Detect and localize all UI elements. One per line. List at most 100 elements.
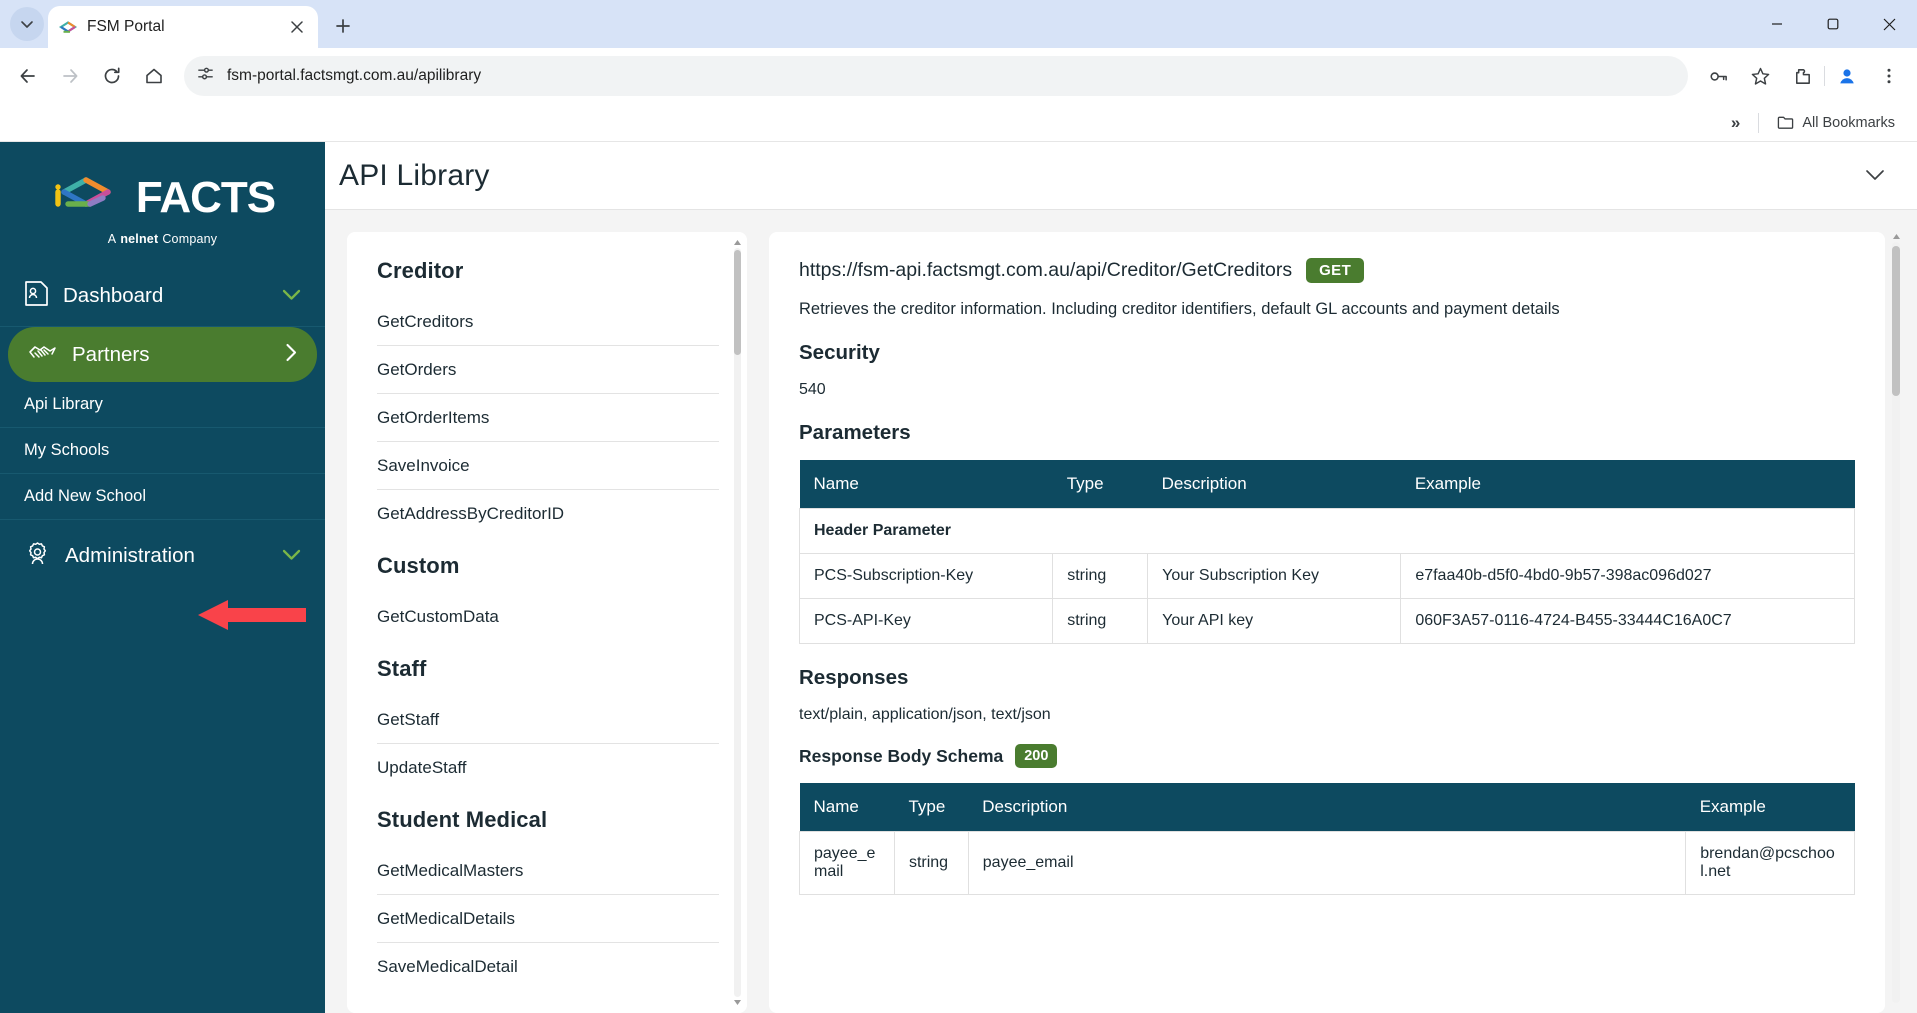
endpoint-detail-panel: https://fsm-api.factsmgt.com.au/api/Cred… (769, 232, 1885, 1013)
bookmarks-overflow-button[interactable]: » (1723, 109, 1748, 137)
scrollbar-track (734, 248, 741, 997)
sidebar-item-administration[interactable]: Administration (0, 520, 325, 592)
parameters-table-header-row: Name Type Description Example (799, 460, 1855, 509)
page-title: API Library (339, 158, 490, 192)
collapse-chevron-icon[interactable] (1857, 161, 1893, 191)
sidebar-item-api-library[interactable]: Api Library (0, 382, 325, 428)
red-arrow-annotation (198, 600, 306, 630)
response-schema-label: Response Body Schema (799, 745, 1004, 766)
forward-button[interactable] (50, 56, 90, 96)
minimize-button[interactable] (1749, 0, 1805, 48)
back-button[interactable] (8, 56, 48, 96)
endpoint-list-scrollbar[interactable] (732, 238, 743, 1007)
sidebar: FACTS A nelnet Company Dashboard Partner… (0, 142, 325, 1013)
status-code-badge: 200 (1015, 744, 1058, 768)
table-column-header: Example (1685, 783, 1855, 832)
sidebar-item-label: Partners (72, 342, 150, 366)
endpoint-list-item[interactable]: GetOrders (377, 346, 719, 394)
star-icon (1751, 67, 1769, 85)
table-group-label: Header Parameter (799, 508, 1855, 554)
profile-avatar[interactable] (1827, 56, 1867, 96)
content-body: Creditor GetCreditors GetOrders GetOrderIte… (325, 210, 1917, 1013)
home-button[interactable] (134, 56, 174, 96)
bookmarks-divider (1758, 112, 1760, 133)
reload-icon (104, 67, 120, 84)
tab-search-button[interactable] (10, 7, 44, 41)
scrollbar-thumb[interactable] (734, 250, 741, 355)
table-cell: PCS-Subscription-Key (798, 553, 1054, 599)
detail-scrollbar-thumb[interactable] (1892, 246, 1900, 396)
sidebar-item-my-schools[interactable]: My Schools (0, 428, 325, 474)
parameters-heading: Parameters (799, 421, 911, 444)
table-group-row: Header Parameter (799, 508, 1855, 554)
table-cell: PCS-API-Key (798, 598, 1054, 644)
all-bookmarks-label: All Bookmarks (1802, 114, 1895, 131)
table-column-header: Name (799, 460, 1053, 509)
table-column-header: Description (968, 783, 1686, 832)
browser-toolbar: fsm-portal.factsmgt.com.au/apilibrary (0, 48, 1917, 104)
sidebar-item-dashboard[interactable]: Dashboard (0, 266, 325, 327)
browser-tab[interactable]: FSM Portal (48, 6, 318, 48)
table-column-header: Description (1147, 460, 1401, 509)
endpoint-group-title: Creditor (377, 258, 464, 283)
detail-scroll-up-arrow-icon[interactable] (1892, 232, 1901, 241)
address-bar[interactable]: fsm-portal.factsmgt.com.au/apilibrary (184, 56, 1688, 96)
endpoint-list-item[interactable]: GetCreditors (377, 298, 719, 346)
id-card-icon (24, 280, 49, 312)
detail-scrollbar[interactable] (1889, 232, 1903, 1013)
table-cell: Your API key (1147, 598, 1402, 644)
sidebar-item-add-new-school[interactable]: Add New School (0, 474, 325, 520)
table-cell: Your Subscription Key (1147, 553, 1402, 599)
scroll-down-arrow-icon[interactable] (733, 998, 742, 1007)
chrome-menu-button[interactable] (1869, 56, 1909, 96)
api-endpoint-url: https://fsm-api.factsmgt.com.au/api/Cred… (799, 259, 1293, 281)
endpoint-list-item[interactable]: GetMedicalDetails (377, 895, 719, 943)
table-cell: string (1052, 598, 1149, 644)
bookmark-button[interactable] (1740, 56, 1780, 96)
table-cell: 060F3A57-0116-4724-B455-33444C16A0C7 (1400, 598, 1855, 644)
tab-strip: FSM Portal (0, 0, 1917, 48)
facts-logo-icon (58, 17, 78, 37)
scroll-up-arrow-icon[interactable] (733, 238, 742, 247)
parameters-table-body: Header Parameter PCS-Subscription-Key stri… (798, 508, 1855, 644)
arrow-right-icon (63, 69, 78, 83)
endpoint-list-item[interactable]: GetStaff (377, 696, 719, 744)
puzzle-icon (1795, 68, 1810, 84)
arrow-left-icon (20, 69, 35, 83)
endpoint-list-item[interactable]: GetMedicalMasters (377, 847, 719, 895)
endpoint-list-item[interactable]: GetAddressByCreditorID (377, 490, 719, 537)
table-column-header: Name (799, 783, 895, 832)
omnibox-actions (1698, 56, 1909, 96)
response-table-body: payee_email string payee_email brendan@pcsc… (799, 831, 1855, 895)
sidebar-item-partners[interactable]: Partners (8, 327, 317, 382)
reload-button[interactable] (92, 56, 132, 96)
endpoint-list-item[interactable]: UpdateStaff (377, 744, 719, 791)
endpoint-list-item[interactable]: GetOrderItems (377, 394, 719, 442)
table-cell: e7faa40b-d5f0-4bd0-9b57-398ac096d027 (1400, 553, 1855, 599)
browser-window: FSM Portal fsm-portal.factsmgt.com.au/ap… (0, 0, 1917, 1013)
table-row: PCS-API-Key string Your API key 060F3A57-01… (798, 598, 1855, 644)
responses-heading: Responses (799, 666, 909, 689)
parameters-table: Name Type Description Example Header Parame… (798, 460, 1855, 644)
password-manager-button[interactable] (1698, 56, 1738, 96)
plus-icon (336, 19, 350, 33)
maximize-button[interactable] (1805, 0, 1861, 48)
endpoint-list-item[interactable]: GetCustomData (377, 593, 719, 640)
security-value: 540 (799, 381, 826, 398)
response-table-header-row: Name Type Description Example (799, 783, 1855, 832)
new-tab-button[interactable] (326, 9, 360, 43)
endpoint-list-item[interactable]: SaveMedicalDetail (377, 943, 719, 990)
site-settings-icon[interactable] (196, 64, 215, 88)
close-window-button[interactable] (1861, 0, 1917, 48)
sidebar-item-label: Administration (65, 544, 195, 567)
extensions-button[interactable] (1782, 56, 1822, 96)
table-column-header: Example (1400, 460, 1855, 509)
close-tab-icon[interactable] (286, 16, 308, 38)
table-cell: string (893, 831, 969, 895)
chevron-down-icon (282, 286, 301, 306)
gear-user-icon (24, 540, 51, 572)
window-controls (1749, 0, 1917, 48)
tagline-post: Company (162, 232, 218, 246)
all-bookmarks-button[interactable]: All Bookmarks (1769, 109, 1903, 136)
endpoint-list-item[interactable]: SaveInvoice (377, 442, 719, 490)
